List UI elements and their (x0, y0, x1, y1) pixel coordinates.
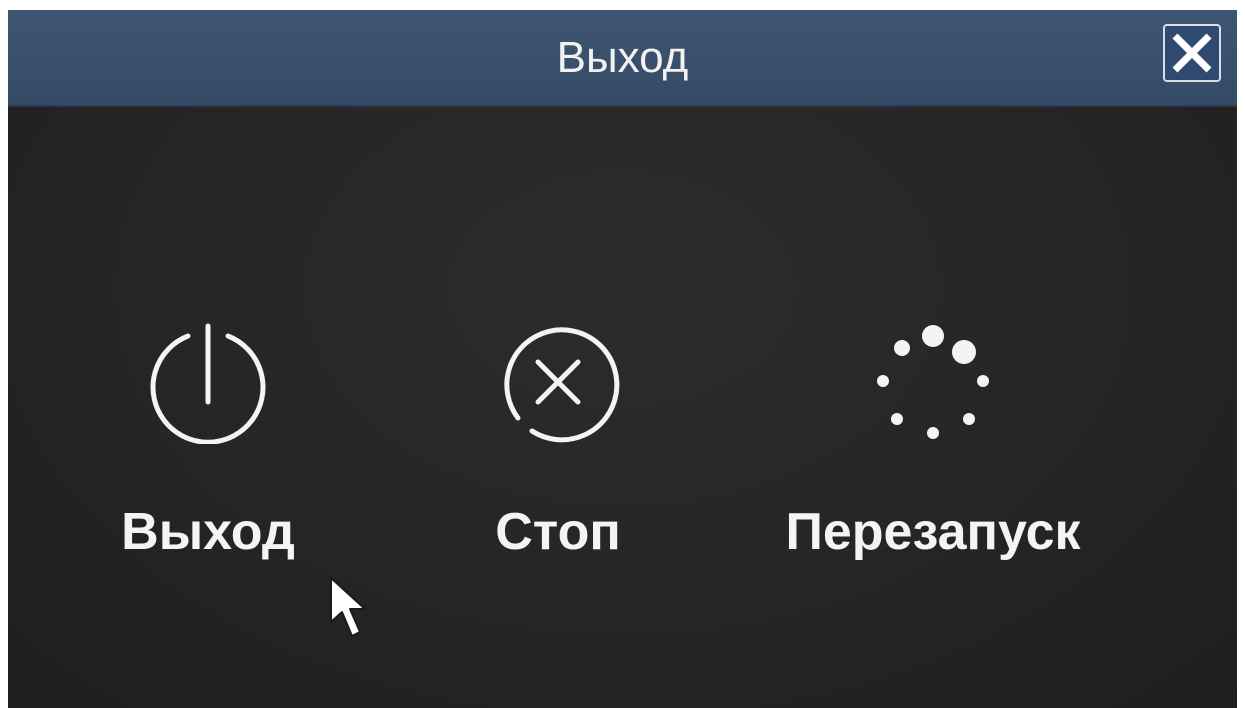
exit-dialog: Выход Выход Стоп Перезапуск (8, 10, 1237, 708)
exit-button[interactable]: Выход (88, 320, 328, 580)
exit-label: Выход (121, 503, 295, 561)
mouse-pointer-icon (330, 577, 366, 637)
restart-dots-icon (877, 325, 989, 439)
dialog-titlebar: Выход (8, 10, 1237, 107)
stop-label: Стоп (495, 503, 621, 561)
dialog-title: Выход (556, 33, 689, 82)
power-icon (150, 323, 266, 444)
close-icon (1172, 33, 1212, 73)
stop-button[interactable]: Стоп (458, 320, 658, 580)
stop-circle-x-icon (504, 327, 620, 443)
restart-button[interactable]: Перезапуск (748, 320, 1118, 580)
close-button[interactable] (1163, 24, 1221, 82)
restart-label: Перезапуск (785, 503, 1081, 561)
